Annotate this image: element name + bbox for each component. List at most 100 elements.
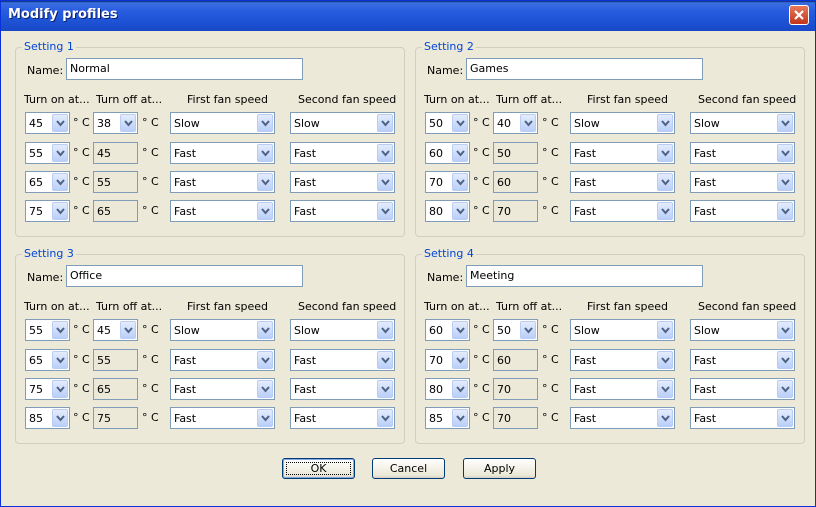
- turn-off-select[interactable]: 50: [493, 319, 538, 341]
- profile-name-input[interactable]: Office: [66, 265, 303, 287]
- dropdown-arrow[interactable]: [452, 202, 468, 220]
- turn-on-select[interactable]: 55: [25, 319, 70, 341]
- second-fan-speed-select[interactable]: Slow: [690, 112, 795, 134]
- dropdown-arrow[interactable]: [257, 173, 273, 191]
- dropdown-arrow[interactable]: [52, 114, 68, 132]
- turn-on-select[interactable]: 75: [25, 200, 70, 222]
- dropdown-arrow[interactable]: [257, 351, 273, 369]
- first-fan-speed-select[interactable]: Fast: [570, 349, 675, 371]
- dropdown-arrow[interactable]: [377, 351, 393, 369]
- dropdown-arrow[interactable]: [452, 321, 468, 339]
- first-fan-speed-select[interactable]: Slow: [570, 319, 675, 341]
- dropdown-arrow[interactable]: [257, 202, 273, 220]
- first-fan-speed-select[interactable]: Slow: [170, 112, 275, 134]
- first-fan-speed-select[interactable]: Fast: [170, 200, 275, 222]
- first-fan-speed-select[interactable]: Fast: [170, 378, 275, 400]
- dropdown-arrow[interactable]: [52, 202, 68, 220]
- turn-on-select[interactable]: 50: [425, 112, 470, 134]
- second-fan-speed-select[interactable]: Fast: [690, 349, 795, 371]
- dropdown-arrow[interactable]: [257, 144, 273, 162]
- second-fan-speed-select[interactable]: Slow: [290, 319, 395, 341]
- dropdown-arrow[interactable]: [777, 114, 793, 132]
- second-fan-speed-select[interactable]: Fast: [690, 200, 795, 222]
- dropdown-arrow[interactable]: [657, 173, 673, 191]
- second-fan-speed-select[interactable]: Fast: [290, 171, 395, 193]
- turn-on-select[interactable]: 85: [425, 407, 470, 429]
- second-fan-speed-select[interactable]: Fast: [290, 349, 395, 371]
- dropdown-arrow[interactable]: [657, 202, 673, 220]
- first-fan-speed-select[interactable]: Slow: [170, 319, 275, 341]
- title-bar[interactable]: Modify profiles: [1, 1, 815, 31]
- cancel-button[interactable]: Cancel: [372, 458, 445, 479]
- dropdown-arrow[interactable]: [520, 321, 536, 339]
- dropdown-arrow[interactable]: [52, 173, 68, 191]
- dropdown-arrow[interactable]: [377, 114, 393, 132]
- turn-off-select[interactable]: 38: [93, 112, 138, 134]
- first-fan-speed-select[interactable]: Slow: [570, 112, 675, 134]
- second-fan-speed-select[interactable]: Slow: [690, 319, 795, 341]
- second-fan-speed-select[interactable]: Fast: [290, 378, 395, 400]
- dropdown-arrow[interactable]: [377, 173, 393, 191]
- dropdown-arrow[interactable]: [452, 409, 468, 427]
- dropdown-arrow[interactable]: [120, 321, 136, 339]
- turn-on-select[interactable]: 60: [425, 319, 470, 341]
- dropdown-arrow[interactable]: [377, 380, 393, 398]
- turn-off-select[interactable]: 40: [493, 112, 538, 134]
- first-fan-speed-select[interactable]: Fast: [170, 349, 275, 371]
- dropdown-arrow[interactable]: [452, 351, 468, 369]
- turn-on-select[interactable]: 75: [25, 378, 70, 400]
- second-fan-speed-select[interactable]: Slow: [290, 112, 395, 134]
- dropdown-arrow[interactable]: [777, 144, 793, 162]
- first-fan-speed-select[interactable]: Fast: [170, 171, 275, 193]
- turn-on-select[interactable]: 65: [25, 349, 70, 371]
- dropdown-arrow[interactable]: [257, 409, 273, 427]
- dropdown-arrow[interactable]: [377, 321, 393, 339]
- first-fan-speed-select[interactable]: Fast: [570, 407, 675, 429]
- dropdown-arrow[interactable]: [52, 380, 68, 398]
- dropdown-arrow[interactable]: [657, 144, 673, 162]
- dropdown-arrow[interactable]: [657, 409, 673, 427]
- second-fan-speed-select[interactable]: Fast: [690, 407, 795, 429]
- ok-button[interactable]: OK: [282, 458, 355, 479]
- dropdown-arrow[interactable]: [777, 351, 793, 369]
- dropdown-arrow[interactable]: [657, 351, 673, 369]
- dropdown-arrow[interactable]: [120, 114, 136, 132]
- dropdown-arrow[interactable]: [452, 144, 468, 162]
- turn-on-select[interactable]: 65: [25, 171, 70, 193]
- profile-name-input[interactable]: Games: [466, 58, 703, 80]
- turn-on-select[interactable]: 85: [25, 407, 70, 429]
- dropdown-arrow[interactable]: [257, 114, 273, 132]
- dropdown-arrow[interactable]: [777, 380, 793, 398]
- turn-on-select[interactable]: 70: [425, 349, 470, 371]
- dropdown-arrow[interactable]: [52, 351, 68, 369]
- dropdown-arrow[interactable]: [452, 114, 468, 132]
- close-button[interactable]: [789, 5, 809, 25]
- profile-name-input[interactable]: Meeting: [466, 265, 703, 287]
- dropdown-arrow[interactable]: [777, 173, 793, 191]
- second-fan-speed-select[interactable]: Fast: [690, 378, 795, 400]
- apply-button[interactable]: Apply: [463, 458, 536, 479]
- turn-on-select[interactable]: 80: [425, 378, 470, 400]
- dropdown-arrow[interactable]: [520, 114, 536, 132]
- dropdown-arrow[interactable]: [377, 409, 393, 427]
- second-fan-speed-select[interactable]: Fast: [690, 171, 795, 193]
- turn-on-select[interactable]: 45: [25, 112, 70, 134]
- dropdown-arrow[interactable]: [657, 114, 673, 132]
- first-fan-speed-select[interactable]: Fast: [570, 378, 675, 400]
- turn-on-select[interactable]: 80: [425, 200, 470, 222]
- first-fan-speed-select[interactable]: Fast: [170, 407, 275, 429]
- dropdown-arrow[interactable]: [657, 321, 673, 339]
- turn-off-select[interactable]: 45: [93, 319, 138, 341]
- dropdown-arrow[interactable]: [777, 321, 793, 339]
- dropdown-arrow[interactable]: [257, 321, 273, 339]
- second-fan-speed-select[interactable]: Fast: [290, 200, 395, 222]
- turn-on-select[interactable]: 60: [425, 142, 470, 164]
- dropdown-arrow[interactable]: [657, 380, 673, 398]
- dropdown-arrow[interactable]: [257, 380, 273, 398]
- first-fan-speed-select[interactable]: Fast: [570, 142, 675, 164]
- dropdown-arrow[interactable]: [777, 202, 793, 220]
- dropdown-arrow[interactable]: [452, 173, 468, 191]
- dropdown-arrow[interactable]: [777, 409, 793, 427]
- second-fan-speed-select[interactable]: Fast: [290, 407, 395, 429]
- dropdown-arrow[interactable]: [452, 380, 468, 398]
